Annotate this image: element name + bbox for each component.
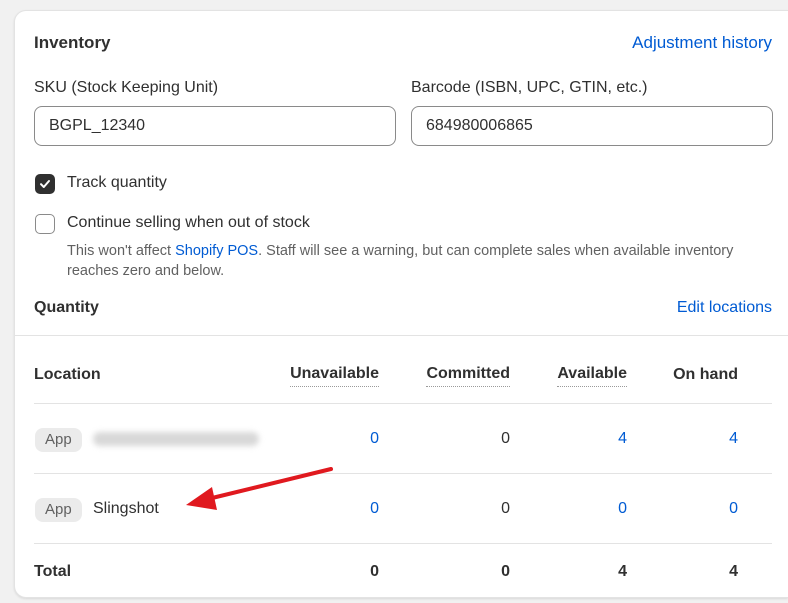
column-header-available[interactable]: Available [557, 365, 627, 387]
row-on-hand-value[interactable]: 0 [729, 500, 738, 518]
continue-selling-help-text: This won't affect Shopify POS. Staff wil… [67, 241, 767, 281]
column-header-location: Location [34, 366, 101, 383]
column-header-on-hand: On hand [673, 366, 738, 383]
row-available-value[interactable]: 0 [618, 500, 627, 518]
track-quantity-checkbox[interactable] [35, 174, 55, 194]
quantity-title: Quantity [34, 299, 99, 316]
continue-selling-label[interactable]: Continue selling when out of stock [67, 214, 310, 232]
row-committed-value: 0 [501, 500, 510, 517]
column-header-unavailable[interactable]: Unavailable [290, 365, 379, 387]
row-unavailable-value[interactable]: 0 [370, 500, 379, 518]
checkmark-icon [40, 180, 50, 188]
barcode-input[interactable] [411, 106, 773, 146]
track-quantity-label[interactable]: Track quantity [67, 174, 167, 192]
total-committed: 0 [501, 563, 510, 580]
total-on-hand: 4 [729, 563, 738, 580]
total-unavailable: 0 [370, 563, 379, 580]
app-badge: App [35, 498, 82, 522]
total-available: 4 [618, 563, 627, 580]
column-header-committed[interactable]: Committed [426, 365, 510, 387]
help-prefix: This won't affect [67, 243, 176, 259]
continue-selling-checkbox[interactable] [35, 214, 55, 234]
total-label: Total [34, 563, 72, 580]
adjustment-history-link[interactable]: Adjustment history [632, 33, 772, 53]
inventory-title: Inventory [34, 33, 111, 52]
edit-locations-link[interactable]: Edit locations [677, 299, 772, 317]
row-on-hand-value[interactable]: 4 [729, 430, 738, 448]
quantity-divider [15, 335, 788, 336]
table-divider [34, 403, 772, 404]
row-available-value[interactable]: 4 [618, 430, 627, 448]
sku-input[interactable] [34, 106, 396, 146]
barcode-label: Barcode (ISBN, UPC, GTIN, etc.) [411, 79, 648, 96]
table-divider [34, 543, 772, 544]
row-unavailable-value[interactable]: 0 [370, 430, 379, 448]
row-committed-value: 0 [501, 430, 510, 447]
location-name-redacted [93, 432, 259, 446]
shopify-pos-link[interactable]: Shopify POS [175, 243, 258, 259]
location-name: Slingshot [93, 500, 159, 517]
table-divider [34, 473, 772, 474]
inventory-card: Inventory Adjustment history SKU (Stock … [14, 10, 788, 598]
sku-label: SKU (Stock Keeping Unit) [34, 79, 219, 96]
app-badge: App [35, 428, 82, 452]
